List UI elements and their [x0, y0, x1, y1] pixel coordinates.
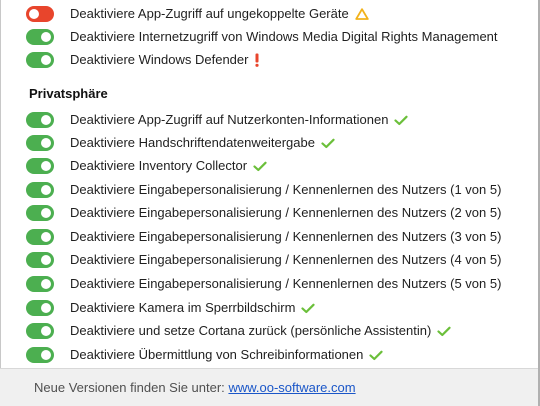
- toggle-switch-on[interactable]: [26, 158, 54, 174]
- setting-row[interactable]: Deaktiviere Inventory Collector: [26, 156, 267, 176]
- checkmark-icon: [369, 345, 383, 365]
- setting-row[interactable]: Deaktiviere Windows Defender: [26, 50, 260, 70]
- toggle-switch-on[interactable]: [26, 252, 54, 268]
- toggle-switch-on[interactable]: [26, 52, 54, 68]
- setting-row[interactable]: Deaktiviere Handschriftendatenweitergabe: [26, 133, 335, 153]
- toggle-switch-on[interactable]: [26, 135, 54, 151]
- setting-label: Deaktiviere App-Zugriff auf ungekoppelte…: [70, 6, 349, 21]
- setting-label: Deaktiviere Eingabepersonalisierung / Ke…: [70, 229, 502, 244]
- setting-label: Deaktiviere und setze Cortana zurück (pe…: [70, 323, 432, 338]
- exclamation-icon: [254, 50, 260, 70]
- setting-label: Deaktiviere Eingabepersonalisierung / Ke…: [70, 276, 502, 291]
- setting-label: Deaktiviere Handschriftendatenweitergabe: [70, 135, 315, 150]
- setting-label: Deaktiviere Eingabepersonalisierung / Ke…: [70, 252, 502, 267]
- setting-row[interactable]: Deaktiviere Eingabepersonalisierung / Ke…: [26, 250, 501, 270]
- setting-row[interactable]: Deaktiviere Internetzugriff von Windows …: [26, 27, 498, 47]
- setting-row[interactable]: Deaktiviere Eingabepersonalisierung / Ke…: [26, 180, 501, 200]
- setting-row[interactable]: Deaktiviere und setze Cortana zurück (pe…: [26, 321, 451, 341]
- toggle-switch-on[interactable]: [26, 276, 54, 292]
- toggle-switch-on[interactable]: [26, 300, 54, 316]
- footer-text: Neue Versionen finden Sie unter: www.oo-…: [34, 380, 356, 396]
- warning-triangle-icon: [355, 4, 369, 24]
- settings-list[interactable]: Deaktiviere App-Zugriff auf ungekoppelte…: [0, 0, 540, 368]
- toggle-switch-on[interactable]: [26, 29, 54, 45]
- checkmark-icon: [301, 298, 316, 318]
- toggle-switch-on[interactable]: [26, 347, 54, 363]
- setting-row[interactable]: Deaktiviere Kamera im Sperrbildschirm: [26, 298, 316, 318]
- setting-label: Deaktiviere Inventory Collector: [70, 158, 248, 173]
- setting-label: Deaktiviere Internetzugriff von Windows …: [70, 29, 498, 44]
- section-title-privacy: Privatsphäre: [29, 86, 108, 101]
- setting-row[interactable]: Deaktiviere App-Zugriff auf ungekoppelte…: [26, 4, 369, 24]
- setting-row[interactable]: Deaktiviere Eingabepersonalisierung / Ke…: [26, 203, 501, 223]
- toggle-switch-on[interactable]: [26, 112, 54, 128]
- setting-label: Deaktiviere Übermittlung von Schreibinfo…: [70, 347, 364, 362]
- setting-label: Deaktiviere Eingabepersonalisierung / Ke…: [70, 205, 502, 220]
- toggle-switch-off[interactable]: [26, 6, 54, 22]
- app-window: Deaktiviere App-Zugriff auf ungekoppelte…: [0, 0, 540, 406]
- setting-row[interactable]: Deaktiviere App-Zugriff auf Nutzerkonten…: [26, 110, 409, 130]
- checkmark-icon: [437, 321, 451, 341]
- checkmark-icon: [321, 133, 335, 153]
- toggle-switch-on[interactable]: [26, 229, 54, 245]
- footer-label: Neue Versionen finden Sie unter:: [34, 380, 225, 395]
- setting-label: Deaktiviere Eingabepersonalisierung / Ke…: [70, 182, 502, 197]
- setting-row[interactable]: Deaktiviere Übermittlung von Schreibinfo…: [26, 345, 383, 365]
- setting-label: Deaktiviere Windows Defender: [70, 52, 249, 67]
- setting-row[interactable]: Deaktiviere Eingabepersonalisierung / Ke…: [26, 227, 501, 247]
- checkmark-icon: [394, 110, 409, 130]
- toggle-switch-on[interactable]: [26, 323, 54, 339]
- website-link[interactable]: www.oo-software.com: [228, 380, 355, 395]
- toggle-switch-on[interactable]: [26, 205, 54, 221]
- setting-row[interactable]: Deaktiviere Eingabepersonalisierung / Ke…: [26, 274, 501, 294]
- checkmark-icon: [253, 156, 267, 176]
- footer-bar: Neue Versionen finden Sie unter: www.oo-…: [0, 368, 540, 406]
- toggle-switch-on[interactable]: [26, 182, 54, 198]
- setting-label: Deaktiviere Kamera im Sperrbildschirm: [70, 300, 296, 315]
- setting-label: Deaktiviere App-Zugriff auf Nutzerkonten…: [70, 112, 389, 127]
